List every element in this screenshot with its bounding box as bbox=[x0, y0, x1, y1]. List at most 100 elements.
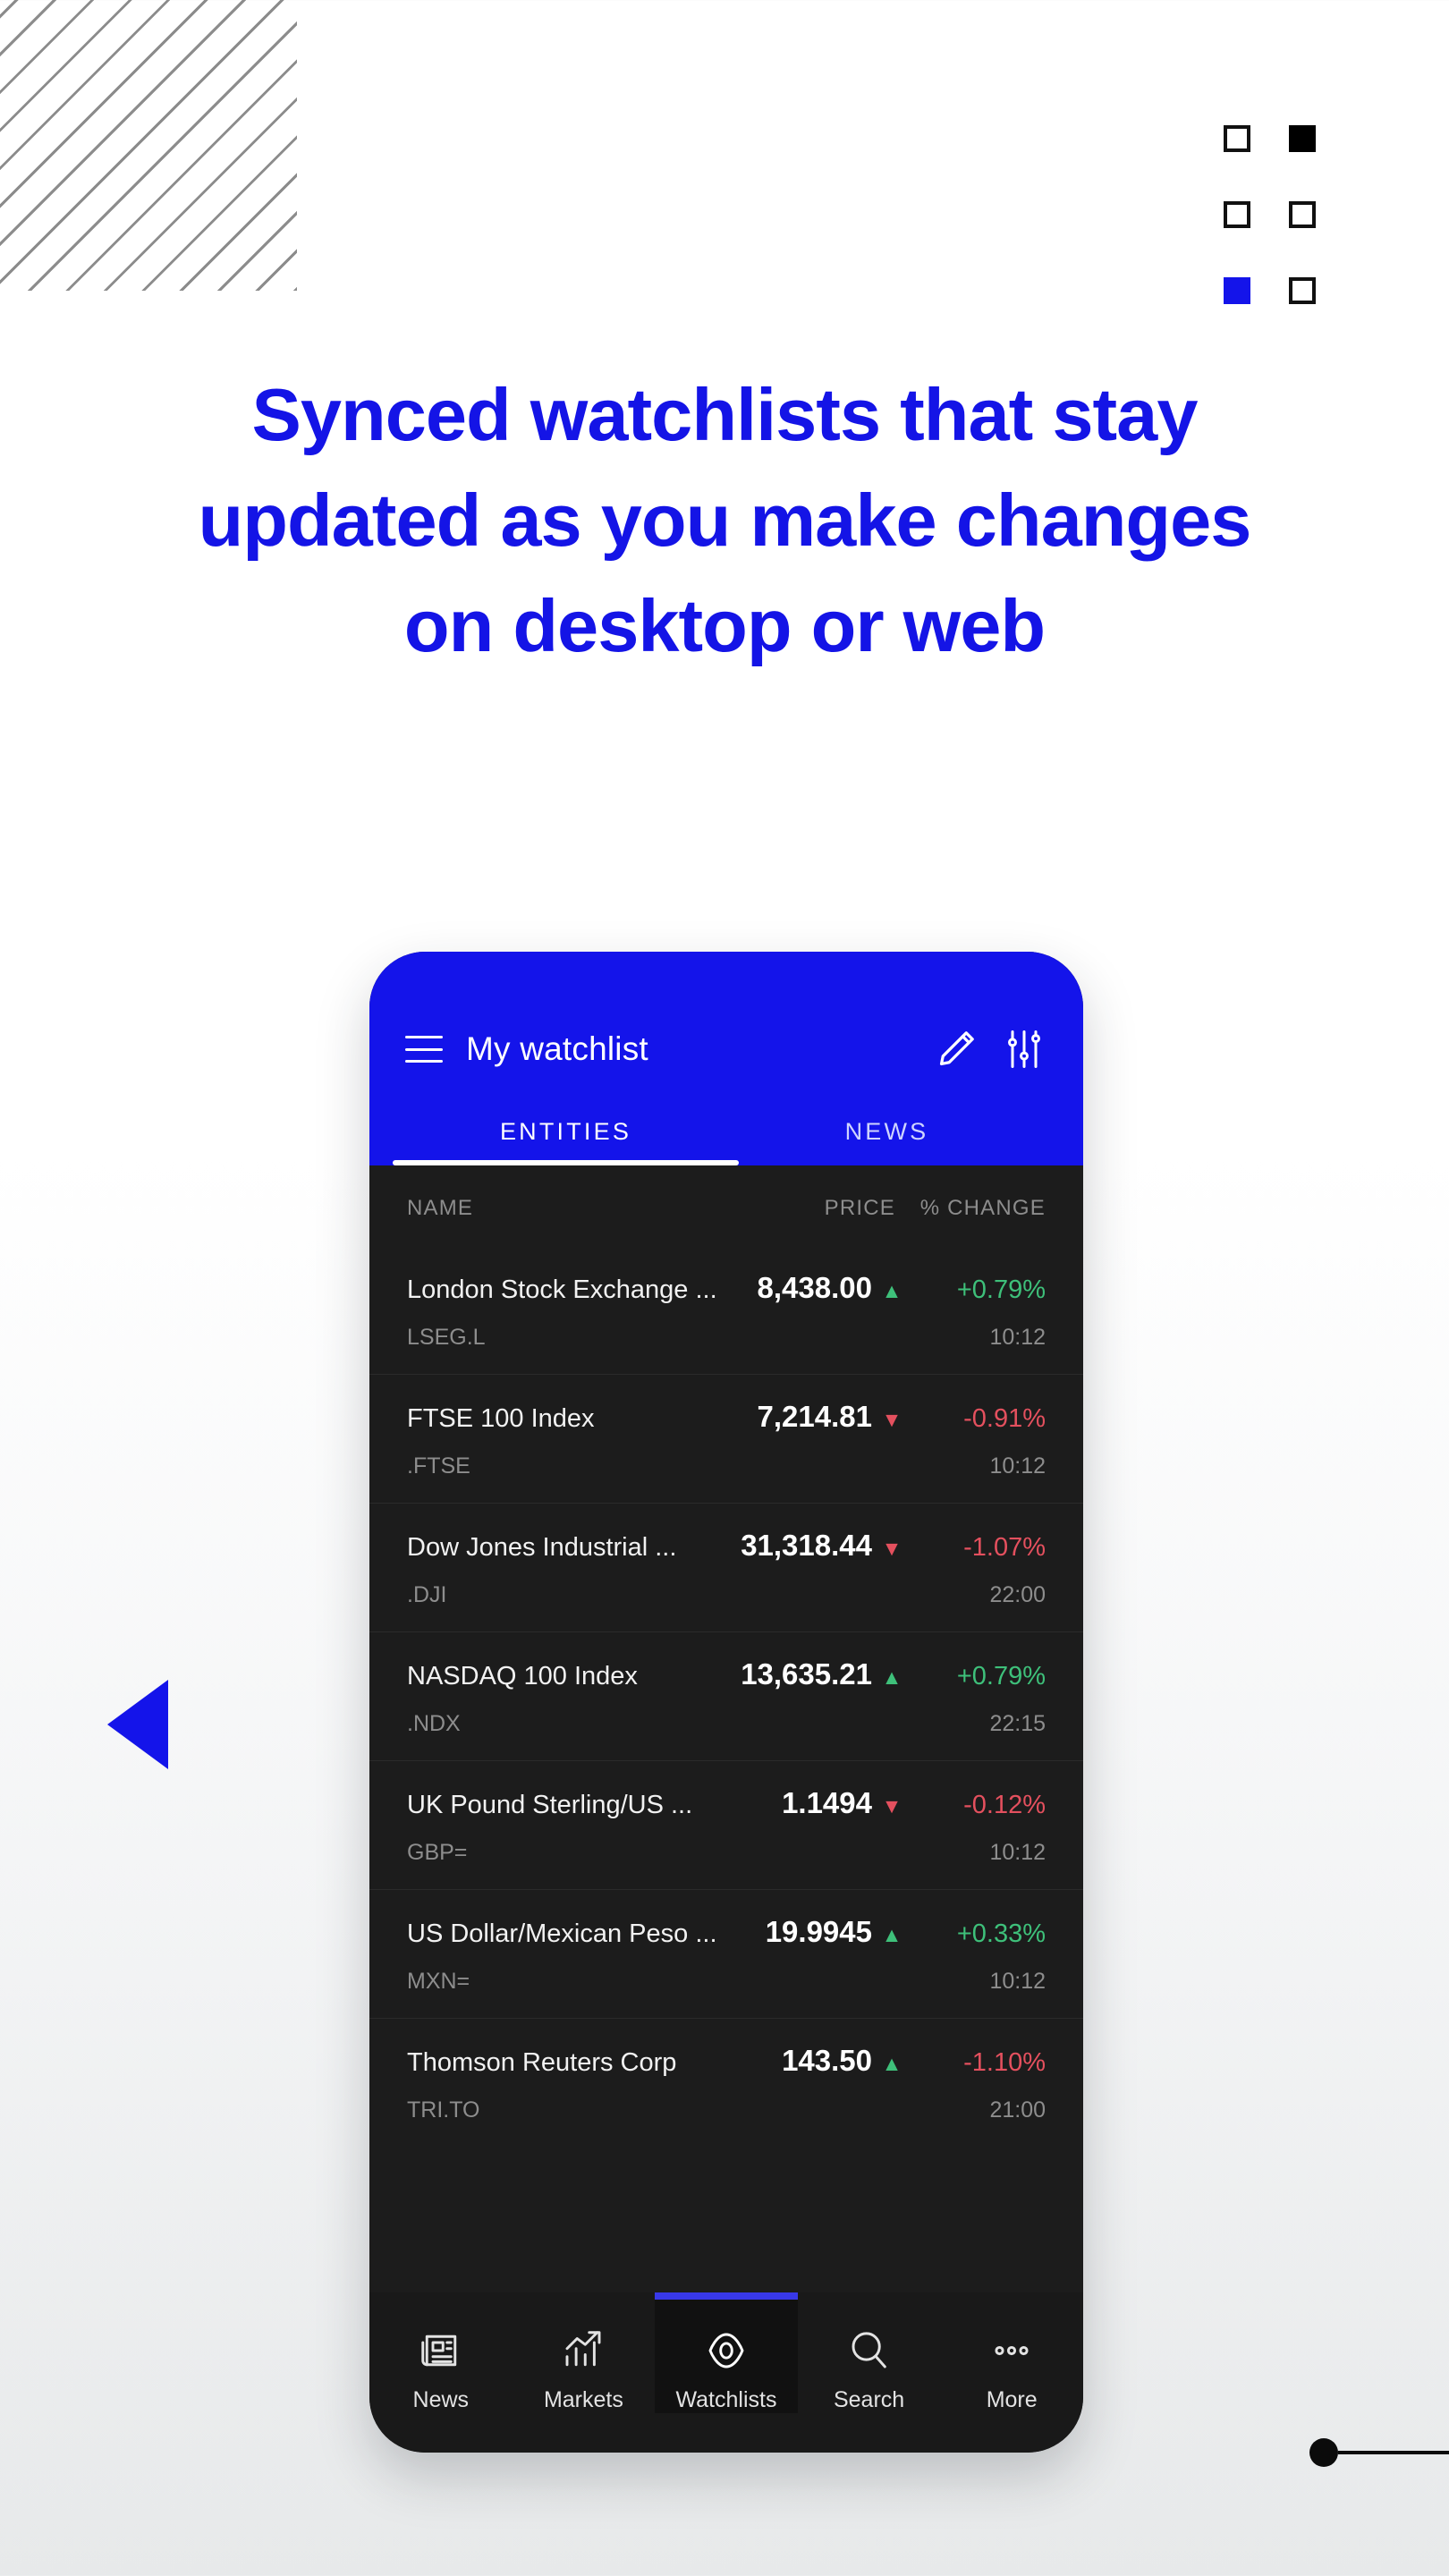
row-secondary-line: .FTSE 10:12 bbox=[407, 1453, 1046, 1479]
row-symbol: TRI.TO bbox=[407, 2097, 480, 2123]
row-percent-change: +0.79% bbox=[956, 1662, 1046, 1690]
nav-item-label: Markets bbox=[543, 2387, 623, 2412]
row-primary-line: Dow Jones Industrial ... 31,318.44 ▼ -1.07% bbox=[407, 1529, 1046, 1563]
indicator-square-2 bbox=[1289, 125, 1316, 152]
row-instrument-name: FTSE 100 Index bbox=[407, 1404, 595, 1433]
nav-item-watchlists[interactable]: Watchlists bbox=[655, 2292, 798, 2413]
column-header-change: % CHANGE bbox=[919, 1196, 1046, 1220]
pencil-edit-icon[interactable] bbox=[933, 1026, 979, 1072]
row-secondary-line: LSEG.L 10:12 bbox=[407, 1325, 1046, 1351]
row-symbol: MXN= bbox=[407, 1969, 470, 1994]
row-primary-line: FTSE 100 Index 7,214.81 ▼ -0.91% bbox=[407, 1400, 1046, 1434]
row-symbol: LSEG.L bbox=[407, 1325, 486, 1350]
row-timestamp: 22:00 bbox=[989, 1582, 1046, 1607]
row-percent-change: +0.33% bbox=[956, 1919, 1046, 1948]
row-symbol: .FTSE bbox=[407, 1453, 470, 1479]
row-percent-change: -1.07% bbox=[963, 1533, 1046, 1562]
row-symbol: .DJI bbox=[407, 1582, 447, 1607]
row-percent-change: +0.79% bbox=[956, 1275, 1046, 1304]
row-up-arrow-icon: ▲ bbox=[881, 2052, 902, 2075]
row-price: 1.1494 bbox=[782, 1786, 872, 1819]
row-percent-change: -1.10% bbox=[963, 2048, 1046, 2077]
nav-item-label: Watchlists bbox=[675, 2387, 777, 2412]
app-header: My watchlist ENTITIES NEWS bbox=[369, 952, 1083, 1165]
table-row[interactable]: Thomson Reuters Corp 143.50 ▲ -1.10% TRI.TO 2… bbox=[369, 2018, 1083, 2147]
nav-item-label: More bbox=[986, 2387, 1038, 2412]
row-instrument-name: Dow Jones Industrial ... bbox=[407, 1533, 677, 1562]
row-down-arrow-icon: ▼ bbox=[881, 1794, 902, 1818]
row-timestamp: 10:12 bbox=[989, 1325, 1046, 1350]
app-header-row: My watchlist bbox=[405, 1021, 1047, 1077]
row-timestamp: 22:15 bbox=[989, 1711, 1046, 1736]
row-up-arrow-icon: ▲ bbox=[881, 1923, 902, 1946]
newspaper-icon bbox=[369, 2323, 513, 2378]
nav-item-more[interactable]: More bbox=[940, 2292, 1083, 2413]
watchlist-table: NAME PRICE % CHANGE London Stock Exchang… bbox=[369, 1165, 1083, 2292]
row-secondary-line: .NDX 22:15 bbox=[407, 1711, 1046, 1737]
table-row[interactable]: FTSE 100 Index 7,214.81 ▼ -0.91% .FTSE 10:12 bbox=[369, 1374, 1083, 1503]
nav-item-label: News bbox=[412, 2387, 470, 2412]
indicator-square-4 bbox=[1289, 201, 1316, 228]
table-row[interactable]: Dow Jones Industrial ... 31,318.44 ▼ -1.07%… bbox=[369, 1503, 1083, 1631]
indicator-square-6 bbox=[1289, 277, 1316, 304]
row-secondary-line: .DJI 22:00 bbox=[407, 1582, 1046, 1608]
indicator-square-5 bbox=[1224, 277, 1250, 304]
row-symbol: GBP= bbox=[407, 1840, 468, 1865]
page-headline: Synced watchlists that stay updated as y… bbox=[198, 373, 1252, 667]
row-primary-line: US Dollar/Mexican Peso ... 19.9945 ▲ +0.33% bbox=[407, 1915, 1046, 1949]
row-primary-line: NASDAQ 100 Index 13,635.21 ▲ +0.79% bbox=[407, 1657, 1046, 1691]
row-down-arrow-icon: ▼ bbox=[881, 1537, 902, 1560]
sliders-filter-icon[interactable] bbox=[1001, 1026, 1047, 1072]
row-symbol: .NDX bbox=[407, 1711, 461, 1736]
row-primary-line: UK Pound Sterling/US ... 1.1494 ▼ -0.12% bbox=[407, 1786, 1046, 1820]
row-timestamp: 10:12 bbox=[989, 1969, 1046, 1994]
bottom-navigation: News Markets Watchlists Search More bbox=[369, 2292, 1083, 2453]
nav-item-search[interactable]: Search bbox=[798, 2292, 941, 2413]
hamburger-menu-icon[interactable] bbox=[405, 1036, 443, 1063]
nav-item-markets[interactable]: Markets bbox=[513, 2292, 656, 2413]
row-primary-line: Thomson Reuters Corp 143.50 ▲ -1.10% bbox=[407, 2044, 1046, 2078]
row-instrument-name: UK Pound Sterling/US ... bbox=[407, 1791, 693, 1819]
row-price: 13,635.21 bbox=[741, 1657, 872, 1690]
row-timestamp: 21:00 bbox=[989, 2097, 1046, 2123]
row-secondary-line: MXN= 10:12 bbox=[407, 1969, 1046, 1995]
table-row[interactable]: London Stock Exchange ... 8,438.00 ▲ +0.79%… bbox=[369, 1246, 1083, 1374]
column-header-name: NAME bbox=[407, 1196, 474, 1220]
indicator-square-1 bbox=[1224, 125, 1250, 152]
eye-icon bbox=[655, 2323, 798, 2378]
search-icon bbox=[798, 2323, 941, 2378]
row-up-arrow-icon: ▲ bbox=[881, 1279, 902, 1302]
square-indicator-grid bbox=[1224, 125, 1354, 353]
app-title: My watchlist bbox=[466, 1030, 648, 1067]
row-instrument-name: US Dollar/Mexican Peso ... bbox=[407, 1919, 717, 1948]
table-row[interactable]: UK Pound Sterling/US ... 1.1494 ▼ -0.12% GBP… bbox=[369, 1760, 1083, 1889]
row-instrument-name: Thomson Reuters Corp bbox=[407, 2048, 677, 2077]
row-primary-line: London Stock Exchange ... 8,438.00 ▲ +0.79% bbox=[407, 1271, 1046, 1305]
nav-item-news[interactable]: News bbox=[369, 2292, 513, 2413]
bar-chart-icon bbox=[513, 2323, 656, 2378]
nav-item-label: Search bbox=[833, 2387, 905, 2412]
row-percent-change: -0.91% bbox=[963, 1404, 1046, 1433]
timeline-endcap bbox=[1309, 2438, 1449, 2467]
row-price: 7,214.81 bbox=[757, 1400, 872, 1433]
diagonal-stripes-pattern bbox=[0, 0, 297, 291]
row-down-arrow-icon: ▼ bbox=[881, 1408, 902, 1431]
watchlist-tabs: ENTITIES NEWS bbox=[392, 1118, 1047, 1165]
row-secondary-line: GBP= 10:12 bbox=[407, 1840, 1046, 1866]
tab-entities[interactable]: ENTITIES bbox=[392, 1118, 740, 1165]
watchlist-rows: London Stock Exchange ... 8,438.00 ▲ +0.79%… bbox=[369, 1246, 1083, 2147]
row-timestamp: 10:12 bbox=[989, 1453, 1046, 1479]
more-dots-icon bbox=[940, 2323, 1083, 2378]
row-price: 143.50 bbox=[782, 2044, 872, 2077]
row-price: 31,318.44 bbox=[741, 1529, 872, 1562]
row-price: 19.9945 bbox=[765, 1915, 872, 1948]
indicator-square-3 bbox=[1224, 201, 1250, 228]
previous-slide-arrow[interactable] bbox=[107, 1680, 168, 1769]
row-percent-change: -0.12% bbox=[963, 1791, 1046, 1819]
row-instrument-name: NASDAQ 100 Index bbox=[407, 1662, 638, 1690]
timeline-rule bbox=[1338, 2451, 1449, 2454]
tab-news[interactable]: NEWS bbox=[726, 1118, 1047, 1165]
table-row[interactable]: NASDAQ 100 Index 13,635.21 ▲ +0.79% .NDX 22:1… bbox=[369, 1631, 1083, 1760]
phone-mockup: My watchlist ENTITIES NEWS NAME PRICE % … bbox=[369, 952, 1083, 2453]
table-row[interactable]: US Dollar/Mexican Peso ... 19.9945 ▲ +0.33%… bbox=[369, 1889, 1083, 2018]
